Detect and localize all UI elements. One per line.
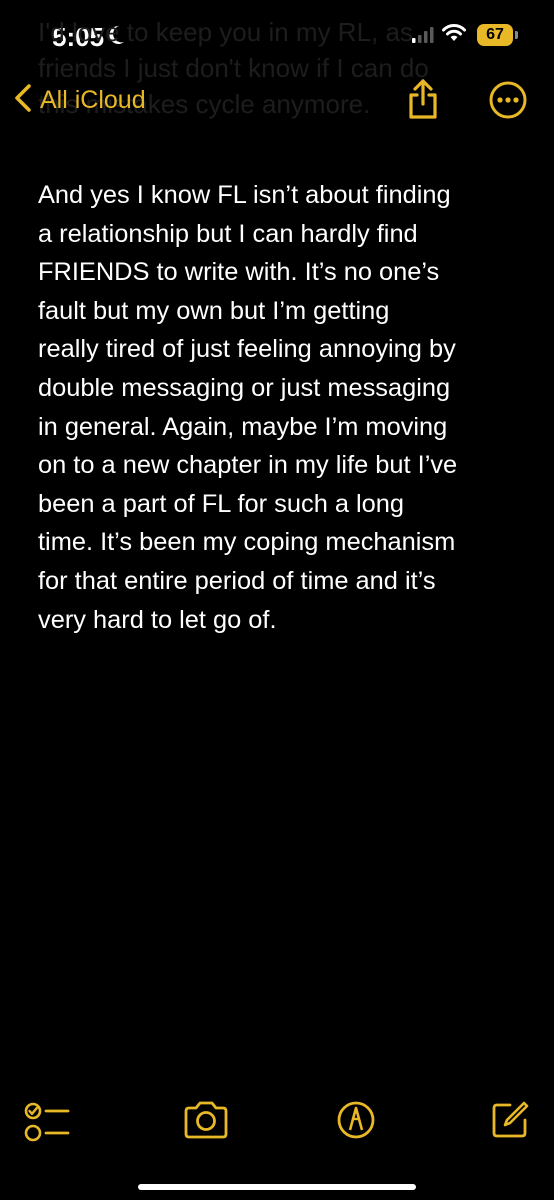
home-indicator	[138, 1184, 416, 1190]
share-icon	[406, 79, 440, 124]
markup-button[interactable]	[336, 1100, 376, 1145]
note-line: very hard to let go of.	[38, 605, 277, 634]
ghost-line: I'd love to keep you in my RL, as	[38, 17, 413, 47]
share-button[interactable]	[406, 78, 440, 125]
camera-icon	[182, 1101, 230, 1144]
note-line: FRIENDS to write with. It’s no one’s	[38, 258, 440, 287]
note-line: for that entire period of time and it’s	[38, 566, 436, 595]
note-line: double messaging or just messaging	[38, 373, 451, 402]
note-line: a relationship but I can hardly find	[38, 219, 418, 248]
bottom-toolbar	[0, 1090, 554, 1150]
note-line: in general. Again, maybe I’m moving	[38, 412, 448, 441]
note-line: fault but my own but I’m getting	[38, 296, 390, 325]
compose-icon	[490, 1101, 530, 1144]
checklist-button[interactable]	[24, 1100, 72, 1149]
note-body[interactable]: And yes I know FL isn’t about finding a …	[38, 176, 528, 639]
note-line: And yes I know FL isn’t about finding	[38, 181, 451, 209]
markup-pen-icon	[336, 1101, 376, 1144]
back-button-label: All iCloud	[40, 85, 146, 114]
note-line: been a part of FL for such a long	[38, 489, 405, 518]
note-line: on to a new chapter in my life but I’ve	[38, 451, 458, 480]
note-line: really tired of just feeling annoying by	[38, 335, 456, 364]
compose-button[interactable]	[490, 1100, 530, 1145]
more-options-button[interactable]	[488, 80, 528, 125]
navigation-bar: All iCloud	[0, 76, 554, 126]
camera-button[interactable]	[182, 1100, 230, 1145]
back-button[interactable]: All iCloud	[14, 80, 146, 120]
checklist-icon	[24, 1102, 72, 1148]
note-line: time. It’s been my coping mechanism	[38, 528, 456, 557]
chevron-left-icon	[14, 83, 32, 118]
ellipsis-circle-icon	[488, 81, 528, 124]
